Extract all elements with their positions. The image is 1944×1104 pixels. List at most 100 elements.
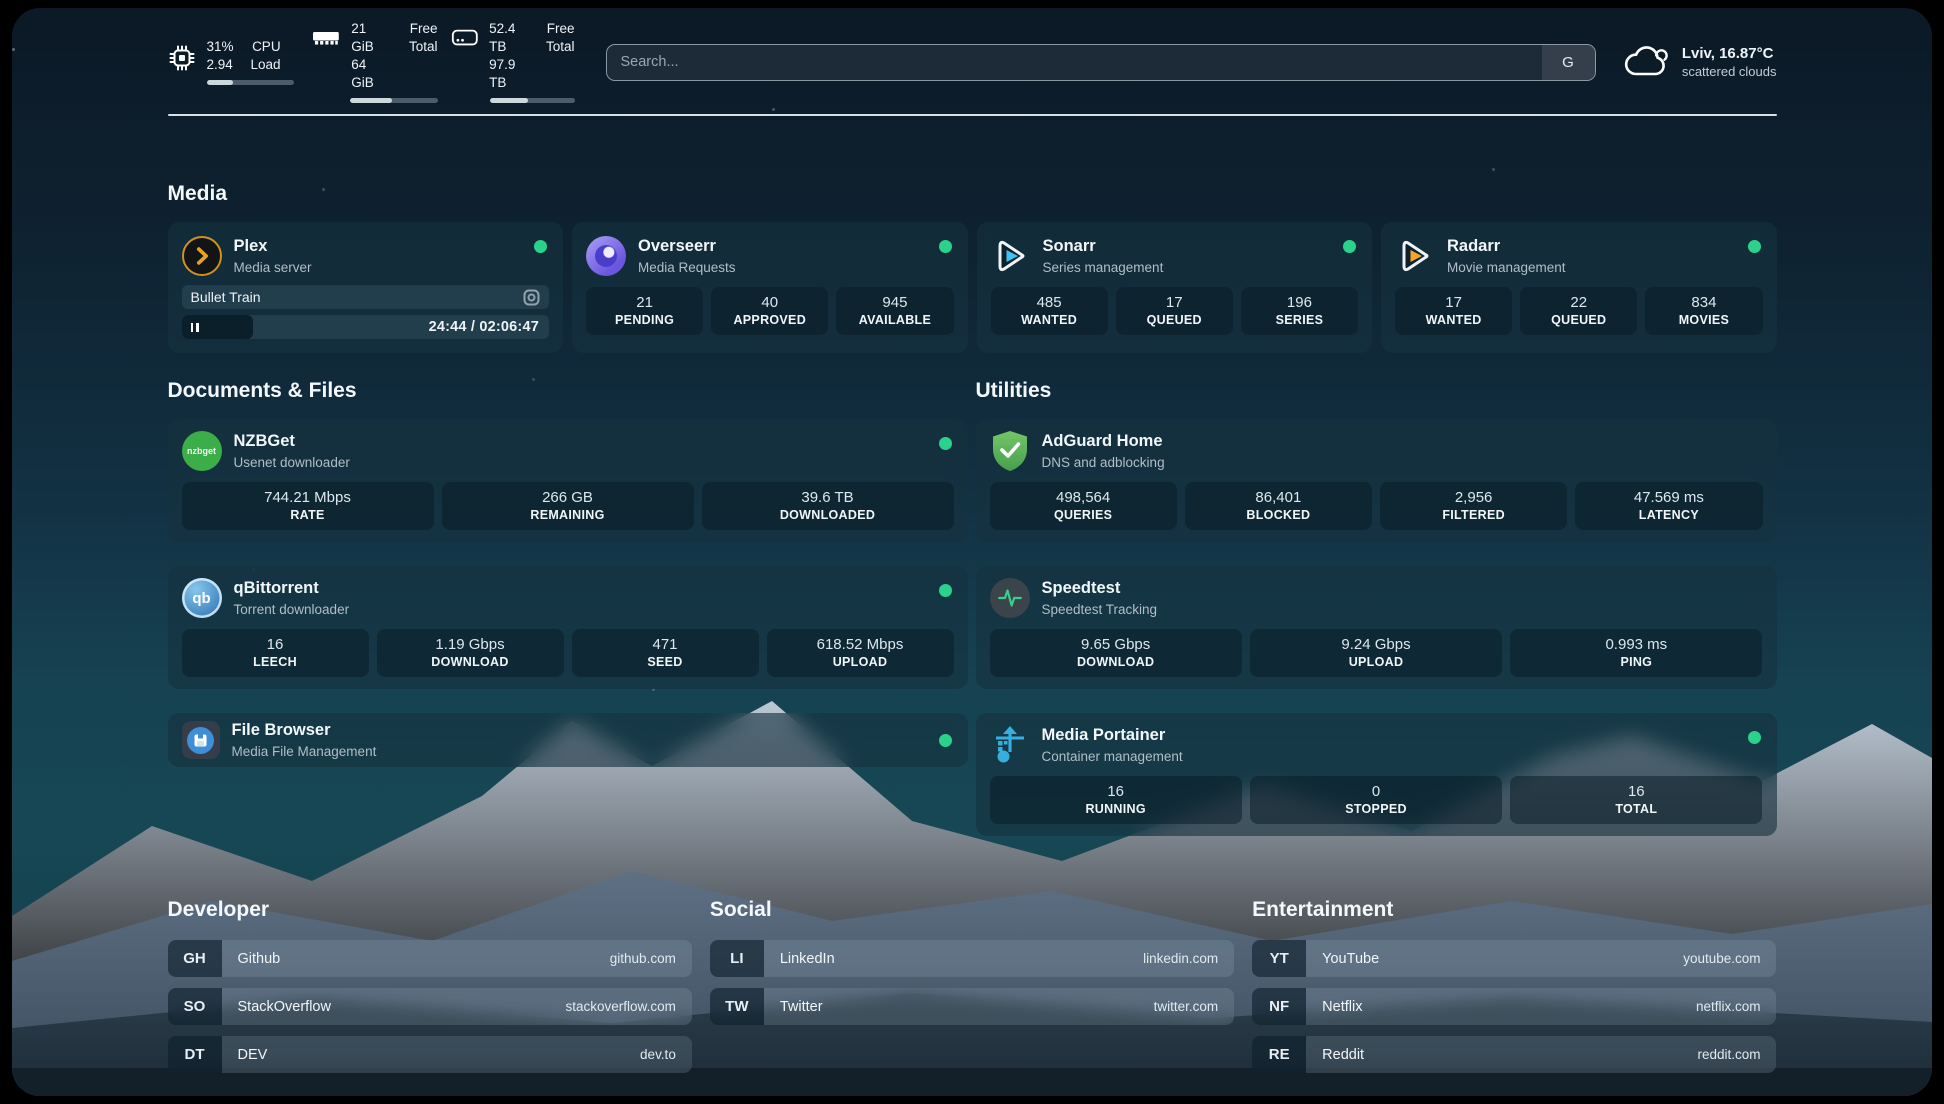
plex-icon <box>182 236 222 276</box>
radarr-icon <box>1395 236 1435 276</box>
bookmark-netflix[interactable]: NF Netflix netflix.com <box>1252 988 1776 1025</box>
stat-queued: 22 QUEUED <box>1520 287 1637 335</box>
stat-movies: 834 MOVIES <box>1645 287 1762 335</box>
playback-progress-bar[interactable]: 24:44 / 02:06:47 <box>182 315 550 339</box>
bookmark-name: StackOverflow <box>238 999 331 1015</box>
section-title-utilities: Utilities <box>976 379 1777 403</box>
bookmark-group-social: Social LI LinkedIn linkedin.com TW Twitt… <box>710 898 1234 1073</box>
service-desc: Container management <box>1042 749 1183 764</box>
bookmark-name: Netflix <box>1322 999 1362 1015</box>
bookmark-abbr: LI <box>710 940 764 977</box>
status-dot <box>1748 731 1761 744</box>
disk-free-label: Free <box>546 20 575 38</box>
bookmark-linkedin[interactable]: LI LinkedIn linkedin.com <box>710 940 1234 977</box>
bookmark-abbr: DT <box>168 1036 222 1073</box>
stat-upload: 618.52 Mbps UPLOAD <box>767 629 954 677</box>
bookmark-url: linkedin.com <box>1143 951 1218 966</box>
stat-stopped: 0 STOPPED <box>1250 776 1502 824</box>
stat-queries: 498,564 QUERIES <box>990 482 1177 530</box>
disk-widget: 52.4 TB 97.9 TB Free Total <box>451 20 575 105</box>
stat-upload: 9.24 Gbps UPLOAD <box>1250 629 1502 677</box>
speedtest-icon <box>990 578 1030 618</box>
service-card-filebrowser[interactable]: File Browser Media File Management <box>168 713 968 767</box>
bookmark-group-title: Developer <box>168 898 692 922</box>
service-name: Overseerr <box>638 237 736 257</box>
bookmark-reddit[interactable]: RE Reddit reddit.com <box>1252 1036 1776 1073</box>
service-name: Sonarr <box>1043 237 1164 257</box>
service-card-plex[interactable]: Plex Media server Bullet Train <box>168 222 564 353</box>
dashboard-screen: 31% 2.94 CPU Load <box>12 8 1932 1096</box>
cloud-icon <box>1623 44 1669 80</box>
bookmark-name: Github <box>238 951 281 967</box>
utilities-column: Utilities AdGuard Home <box>976 379 1777 836</box>
cpu-load-value: 2.94 <box>207 56 234 74</box>
cpu-widget: 31% 2.94 CPU Load <box>168 38 294 86</box>
stat-downloaded: 39.6 TB DOWNLOADED <box>702 482 954 530</box>
cpu-load-label: Load <box>251 56 281 74</box>
overseerr-icon <box>586 236 626 276</box>
disk-total-value: 97.9 TB <box>489 56 529 92</box>
bookmark-name: Reddit <box>1322 1047 1364 1063</box>
service-card-qbittorrent[interactable]: qb qBittorrent Torrent downloader 16 LEE… <box>168 566 968 689</box>
service-desc: Speedtest Tracking <box>1042 602 1158 617</box>
bookmark-abbr: GH <box>168 940 222 977</box>
bookmark-name: DEV <box>238 1047 268 1063</box>
status-dot <box>939 437 952 450</box>
service-name: Speedtest <box>1042 579 1158 599</box>
stat-approved: 40 APPROVED <box>711 287 828 335</box>
service-card-adguard[interactable]: AdGuard Home DNS and adblocking 498,564 … <box>976 419 1777 542</box>
service-card-portainer[interactable]: Media Portainer Container management 16 … <box>976 713 1777 836</box>
service-card-speedtest[interactable]: Speedtest Speedtest Tracking 9.65 Gbps D… <box>976 566 1777 689</box>
bookmark-url: dev.to <box>640 1047 676 1062</box>
disk-icon <box>451 26 479 50</box>
bookmark-stackoverflow[interactable]: SO StackOverflow stackoverflow.com <box>168 988 692 1025</box>
stat-wanted: 17 WANTED <box>1395 287 1512 335</box>
cpu-icon <box>168 44 196 72</box>
memory-widget: 21 GiB 64 GiB Free Total <box>311 20 438 105</box>
section-title-files: Documents & Files <box>168 379 968 403</box>
stat-total: 16 TOTAL <box>1510 776 1762 824</box>
bookmark-name: Twitter <box>780 999 823 1015</box>
bookmark-github[interactable]: GH Github github.com <box>168 940 692 977</box>
service-desc: DNS and adblocking <box>1042 455 1165 470</box>
pause-icon[interactable] <box>191 323 199 332</box>
search-provider-button[interactable]: G <box>1542 45 1595 80</box>
service-card-sonarr[interactable]: Sonarr Series management 485 WANTED 17 Q… <box>977 222 1373 353</box>
service-card-nzbget[interactable]: nzbget NZBGet Usenet downloader 744.21 M… <box>168 419 968 542</box>
service-name: Plex <box>234 237 312 257</box>
stat-remaining: 266 GB REMAINING <box>442 482 694 530</box>
bookmark-url: twitter.com <box>1154 999 1219 1014</box>
status-dot <box>534 240 547 253</box>
stat-rate: 744.21 Mbps RATE <box>182 482 434 530</box>
status-dot <box>1748 240 1761 253</box>
playback-progress-fill <box>182 315 254 339</box>
search-input[interactable] <box>606 44 1596 81</box>
stat-wanted: 485 WANTED <box>991 287 1108 335</box>
service-card-overseerr[interactable]: Overseerr Media Requests 21 PENDING 40 A… <box>572 222 968 353</box>
service-card-radarr[interactable]: Radarr Movie management 17 WANTED 22 QUE… <box>1381 222 1777 353</box>
disk-free-value: 52.4 TB <box>489 20 529 56</box>
stat-pending: 21 PENDING <box>586 287 703 335</box>
nzbget-icon: nzbget <box>182 431 222 471</box>
bookmark-youtube[interactable]: YT YouTube youtube.com <box>1252 940 1776 977</box>
documents-column: Documents & Files nzbget NZBGet Usenet d… <box>168 379 968 836</box>
bookmark-dev[interactable]: DT DEV dev.to <box>168 1036 692 1073</box>
stat-download: 1.19 Gbps DOWNLOAD <box>377 629 564 677</box>
stat-series: 196 SERIES <box>1241 287 1358 335</box>
service-desc: Series management <box>1043 260 1164 275</box>
bookmark-group-title: Entertainment <box>1252 898 1776 922</box>
sonarr-icon <box>991 236 1031 276</box>
status-dot <box>939 584 952 597</box>
bookmark-abbr: RE <box>1252 1036 1306 1073</box>
snow-specks <box>12 48 15 51</box>
stat-leech: 16 LEECH <box>182 629 369 677</box>
topbar-divider <box>168 114 1777 116</box>
stat-latency: 47.569 ms LATENCY <box>1575 482 1762 530</box>
bookmark-name: YouTube <box>1322 951 1379 967</box>
bookmark-url: github.com <box>610 951 676 966</box>
stat-queued: 17 QUEUED <box>1116 287 1233 335</box>
bookmark-abbr: NF <box>1252 988 1306 1025</box>
bookmark-twitter[interactable]: TW Twitter twitter.com <box>710 988 1234 1025</box>
bookmark-url: youtube.com <box>1683 951 1760 966</box>
search-bar: G <box>606 44 1596 81</box>
